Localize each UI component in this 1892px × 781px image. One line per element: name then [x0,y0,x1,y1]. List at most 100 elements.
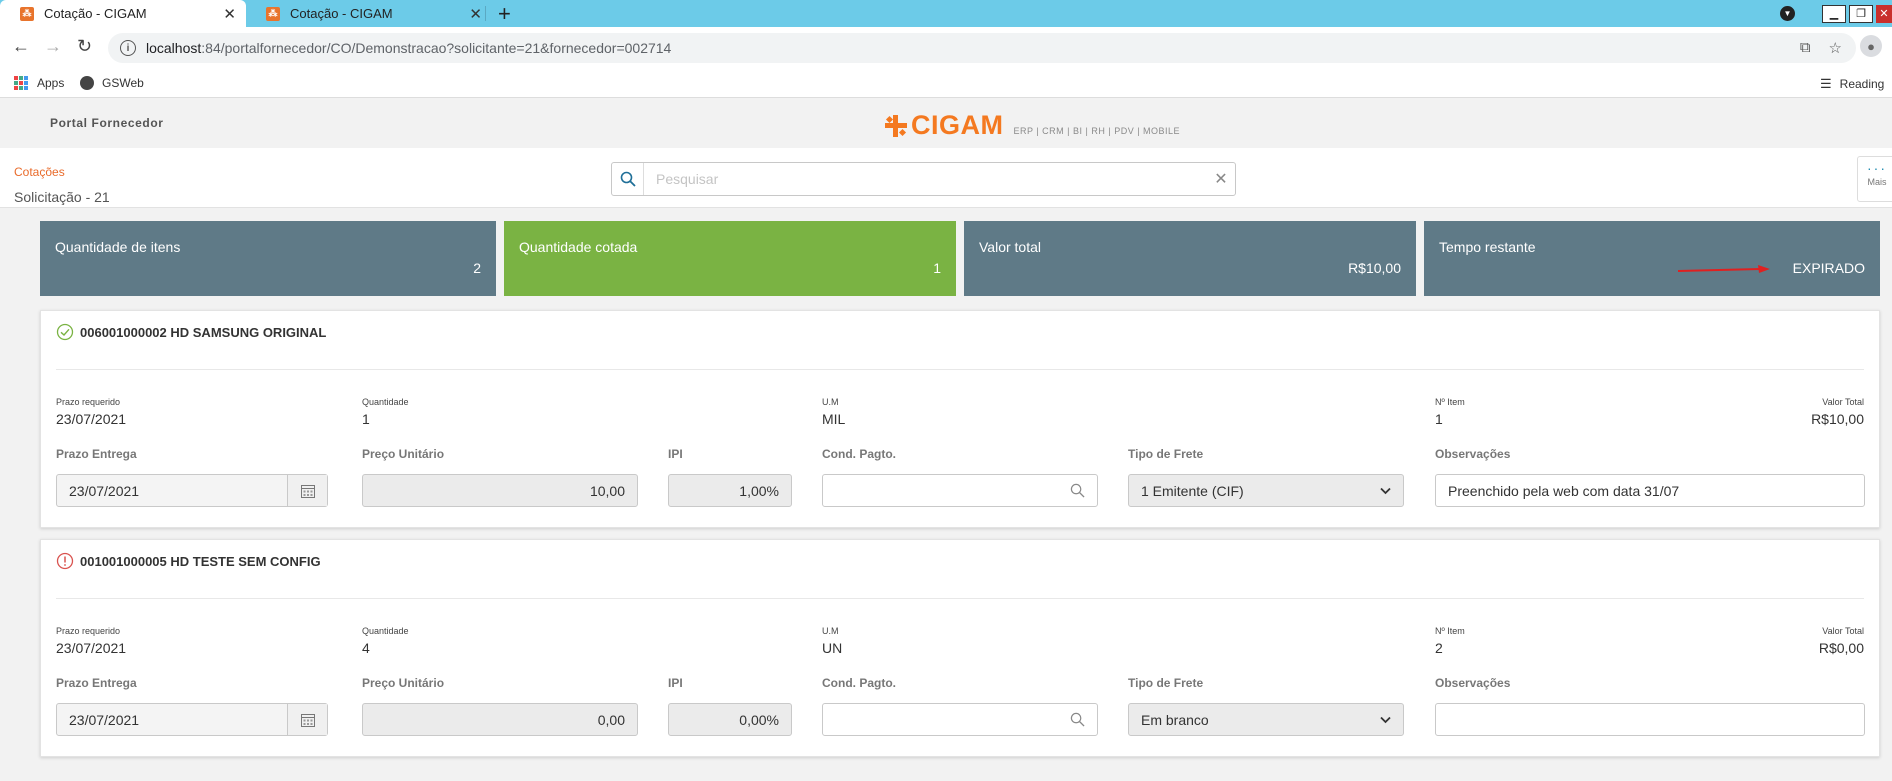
restore-button[interactable]: ❐ [1849,4,1873,23]
label-prazo-entrega: Prazo Entrega [56,676,137,690]
more-label: Mais [1867,177,1887,187]
omnibox-actions: ⧉ ☆ [1800,39,1842,57]
stat-card-tempo-restante: Tempo restante EXPIRADO [1424,221,1880,296]
portal-title: Portal Fornecedor [50,116,164,130]
label-preco-unitario: Preço Unitário [362,447,445,461]
label-observacoes: Observações [1435,676,1511,690]
prazo-entrega-value: 23/07/2021 [69,482,140,499]
browser-tab-2[interactable]: ⁂ Cotação - CIGAM ✕ [246,0,492,27]
label-n-item: Nº Item [1435,626,1465,636]
stat-value: EXPIRADO [1792,260,1865,276]
browser-tab-1[interactable]: ⁂ Cotação - CIGAM ✕ [0,0,246,27]
more-dots-icon: ··· [1867,160,1887,176]
observacoes-field[interactable]: Preenchido pela web com data 31/07 [1435,474,1865,507]
value-um: UN [822,640,843,656]
close-window-button[interactable]: ✕ [1876,4,1892,23]
stat-label: Valor total [979,239,1041,255]
url-field[interactable]: i localhost:84/portalfornecedor/CO/Demon… [108,33,1856,63]
site-info-icon[interactable]: i [120,40,136,56]
label-um: U.M [822,626,839,636]
bookmark-gsweb[interactable]: GSWeb [80,76,144,90]
tipo-frete-selected: Em branco [1141,711,1209,728]
bookmarks-bar: Apps GSWeb ☰ Reading [0,69,1892,98]
value-n-item: 2 [1435,640,1443,656]
preco-unitario-field[interactable]: 10,00 [362,474,638,507]
tipo-frete-select[interactable]: 1 Emitente (CIF) [1128,474,1404,507]
preco-unitario-field[interactable]: 0,00 [362,703,638,736]
label-quantidade: Quantidade [362,397,409,407]
calendar-icon[interactable] [287,475,327,506]
bookmark-apps[interactable]: Apps [14,76,64,90]
stat-card-valor-total: Valor total R$10,00 [964,221,1416,296]
translate-icon[interactable]: ⧉ [1800,39,1811,57]
search-icon[interactable] [1070,712,1085,727]
observacoes-field[interactable] [1435,703,1865,736]
reading-list-button[interactable]: ☰ Reading [1820,76,1884,92]
close-tab-icon[interactable]: ✕ [469,5,482,23]
clear-search-icon[interactable]: ✕ [1207,169,1235,189]
tab-title: Cotação - CIGAM [290,6,393,21]
ipi-field[interactable]: 1,00% [668,474,792,507]
profile-avatar-icon[interactable]: ● [1860,35,1882,57]
close-tab-icon[interactable]: ✕ [223,5,236,23]
logo-text: CIGAM [911,110,1004,140]
apps-grid-icon [14,76,28,90]
item-code-description: 006001000002 HD SAMSUNG ORIGINAL [80,324,327,340]
label-preco-unitario: Preço Unitário [362,676,445,690]
prazo-entrega-date-field[interactable]: 23/07/2021 [56,474,328,507]
label-prazo-entrega: Prazo Entrega [56,447,137,461]
quote-item-panel: 001001000005 HD TESTE SEM CONFIG Prazo r… [40,539,1880,757]
page-title: Solicitação - 21 [14,189,110,205]
label-ipi: IPI [668,447,683,461]
value-prazo-requerido: 23/07/2021 [56,411,127,427]
cond-pagto-lookup-field[interactable] [822,703,1098,736]
logo-subtitle: ERP | CRM | BI | RH | PDV | MOBILE [1013,125,1181,136]
divider [56,369,1864,370]
tab-search-icon[interactable]: ▼ [1780,6,1795,21]
search-input[interactable] [644,171,1207,187]
chevron-down-icon [1380,487,1391,494]
calendar-icon[interactable] [287,704,327,735]
forward-arrow-icon[interactable]: → [44,36,62,57]
stat-value: 1 [933,260,941,276]
globe-icon [80,76,94,90]
search-icon[interactable] [612,163,644,195]
cigam-logo[interactable]: CIGAM ERP | CRM | BI | RH | PDV | MOBILE [885,110,1180,141]
stat-card-quantidade-itens: Quantidade de itens 2 [40,221,496,296]
label-n-item: Nº Item [1435,397,1465,407]
cigam-logo-mark-icon [885,114,907,137]
value-prazo-requerido: 23/07/2021 [56,640,127,656]
tipo-frete-select[interactable]: Em branco [1128,703,1404,736]
tipo-frete-selected: 1 Emitente (CIF) [1141,482,1244,499]
label-um: U.M [822,397,839,407]
reload-icon[interactable]: ↻ [77,36,92,57]
value-quantidade: 1 [362,411,370,427]
tab-title: Cotação - CIGAM [44,6,147,21]
minimize-button[interactable]: ▁ [1822,4,1846,23]
divider [56,598,1864,599]
alert-circle-icon [56,552,74,570]
browser-tab-bar: ⁂ Cotação - CIGAM ✕ ⁂ Cotação - CIGAM ✕ … [0,0,1892,27]
search-box: ✕ [611,162,1236,196]
label-valor-total: Valor Total [1822,397,1864,407]
breadcrumb-cotacoes-link[interactable]: Cotações [14,165,65,179]
bookmark-label: Apps [37,76,65,90]
ipi-field[interactable]: 0,00% [668,703,792,736]
url-path: :84/portalfornecedor/CO/Demonstracao?sol… [201,40,672,56]
reading-list-icon: ☰ [1820,76,1832,91]
bookmark-label: GSWeb [102,76,144,90]
cond-pagto-lookup-field[interactable] [822,474,1098,507]
chevron-down-icon [1380,716,1391,723]
back-arrow-icon[interactable]: ← [12,36,30,57]
new-tab-button[interactable]: + [498,1,511,27]
stat-value: R$10,00 [1348,260,1401,276]
bookmark-star-icon[interactable]: ☆ [1829,39,1842,57]
annotation-arrow-icon [1678,265,1770,273]
stat-label: Quantidade cotada [519,239,638,255]
address-bar: ← → ↻ i localhost:84/portalfornecedor/CO… [0,27,1892,69]
stat-card-quantidade-cotada: Quantidade cotada 1 [504,221,956,296]
search-icon[interactable] [1070,483,1085,498]
more-menu-button[interactable]: ··· Mais [1857,156,1892,202]
prazo-entrega-date-field[interactable]: 23/07/2021 [56,703,328,736]
item-code-description: 001001000005 HD TESTE SEM CONFIG [80,553,321,569]
